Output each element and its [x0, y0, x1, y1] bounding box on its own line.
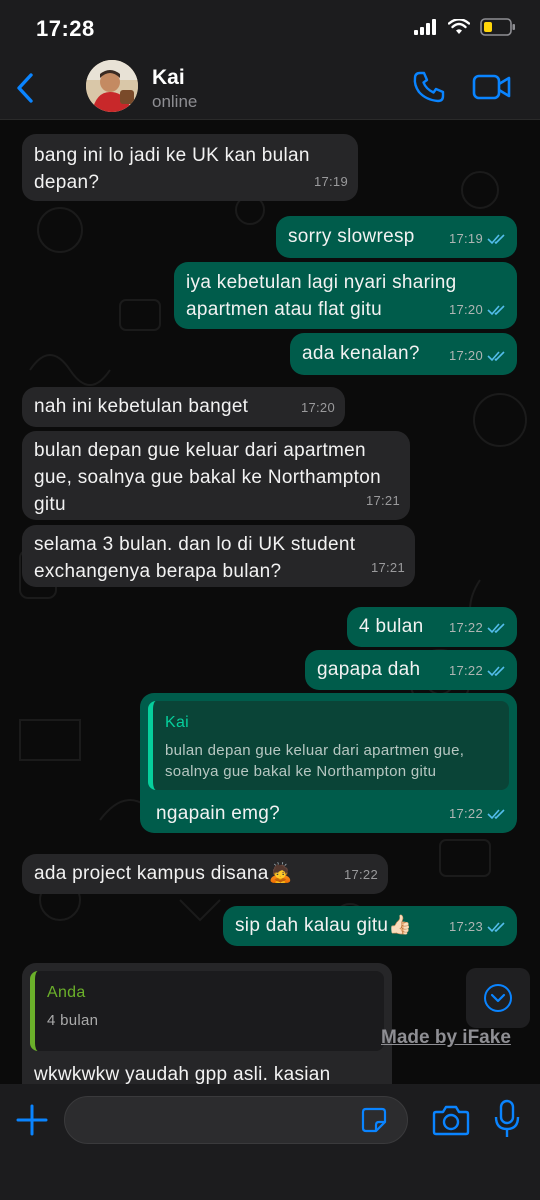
message-text: selama 3 bulan. dan lo di UK student exc… [34, 534, 356, 582]
status-bar: 17:28 [0, 0, 540, 56]
message-meta: 17:19 [314, 168, 348, 195]
avatar-photo [86, 60, 138, 112]
message-meta: 17:22 [449, 800, 507, 827]
message-meta: 17:23 [449, 913, 507, 940]
video-camera-icon [472, 74, 511, 100]
quoted-sender: Kai [165, 714, 190, 731]
message-bubble-incoming[interactable]: bang ini lo jadi ke UK kan bulan depan? … [22, 134, 358, 201]
message-bubble-incoming-reply[interactable]: Anda 4 bulan wkwkwkw yaudah gpp asli. ka… [22, 963, 392, 1084]
message-text: ada kenalan? [302, 343, 420, 364]
battery-icon [480, 18, 515, 36]
scroll-to-bottom-button[interactable] [466, 968, 530, 1028]
message-bubble-outgoing[interactable]: iya kebetulan lagi nyari sharing apartme… [174, 262, 517, 329]
read-ticks-icon [487, 350, 505, 361]
message-time: 17:20 [448, 348, 483, 363]
message-text: ada project kampus disana [34, 863, 269, 884]
message-meta: 17:22 [449, 614, 507, 641]
message-meta: 17:19 [449, 225, 507, 252]
read-ticks-icon [487, 233, 505, 244]
message-time: 17:21 [370, 560, 405, 575]
message-time: 17:22 [448, 663, 483, 678]
microphone-icon [494, 1099, 520, 1137]
message-time: 17:20 [448, 302, 483, 317]
message-text: ngapain emg? [156, 803, 281, 824]
message-text: sorry slowresp [288, 226, 415, 247]
quoted-message[interactable]: Anda 4 bulan [30, 971, 384, 1051]
message-meta: 17:21 [371, 554, 405, 581]
back-button[interactable] [10, 68, 40, 108]
chat-area[interactable]: bang ini lo jadi ke UK kan bulan depan? … [0, 120, 540, 1084]
message-bubble-outgoing[interactable]: 4 bulan 17:22 [347, 607, 517, 647]
message-text: sip dah kalau gitu [235, 915, 389, 936]
message-time: 17:19 [313, 174, 348, 189]
message-meta: 17:22 [449, 657, 507, 684]
message-meta: 17:20 [449, 296, 507, 323]
message-bubble-outgoing-reply[interactable]: Kai bulan depan gue keluar dari apartmen… [140, 693, 517, 833]
phone-icon [413, 71, 445, 103]
read-ticks-icon [487, 304, 505, 315]
message-time: 17:23 [448, 919, 483, 934]
message-bubble-outgoing[interactable]: gapapa dah 17:22 [305, 650, 517, 690]
plus-icon [16, 1104, 48, 1136]
quoted-sender: Anda [47, 984, 86, 1001]
status-time: 17:28 [36, 16, 95, 41]
message-input[interactable] [64, 1096, 408, 1144]
thumbs-up-emoji: 👍🏻 [388, 915, 413, 936]
sticker-button[interactable] [360, 1106, 388, 1134]
message-time: 17:22 [343, 867, 378, 882]
message-text: nah ini kebetulan banget [34, 396, 249, 417]
quoted-text: 4 bulan [47, 1012, 99, 1029]
message-text: iya kebetulan lagi nyari sharing apartme… [186, 272, 457, 320]
chevron-left-icon [17, 73, 33, 103]
message-text: bulan depan gue keluar dari apartmen gue… [34, 440, 381, 515]
contact-status: online [152, 92, 198, 111]
microphone-button[interactable] [493, 1099, 521, 1139]
message-time: 17:19 [448, 231, 483, 246]
chevron-down-circle-icon [484, 984, 512, 1012]
read-ticks-icon [487, 622, 505, 633]
video-call-button[interactable] [472, 72, 512, 102]
cellular-signal-icon [414, 19, 436, 35]
message-bubble-outgoing[interactable]: sorry slowresp 17:19 [276, 216, 517, 258]
message-bubble-incoming[interactable]: ada project kampus disana🙇 17:22 [22, 854, 388, 894]
wifi-icon [448, 19, 470, 34]
avatar[interactable] [86, 60, 138, 112]
message-bubble-incoming[interactable]: bulan depan gue keluar dari apartmen gue… [22, 431, 410, 520]
sticker-icon [361, 1107, 387, 1133]
message-time: 17:21 [365, 493, 400, 508]
message-meta: 17:20 [449, 342, 507, 369]
message-text: gapapa dah [317, 659, 421, 680]
message-text: bang ini lo jadi ke UK kan bulan depan? [34, 145, 310, 193]
quoted-text: bulan depan gue keluar dari apartmen gue… [165, 742, 465, 780]
chat-header: Kai online [0, 56, 540, 120]
message-bubble-incoming[interactable]: nah ini kebetulan banget 17:20 [22, 387, 345, 427]
quoted-message[interactable]: Kai bulan depan gue keluar dari apartmen… [148, 701, 509, 790]
message-text: 4 bulan [359, 616, 424, 637]
message-text: wkwkwkw yaudah gpp asli. kasian [34, 1064, 331, 1084]
camera-button[interactable] [432, 1103, 470, 1137]
message-meta: 17:21 [366, 487, 400, 514]
read-ticks-icon [487, 921, 505, 932]
watermark: Made by iFake [381, 1027, 511, 1048]
message-bubble-incoming[interactable]: selama 3 bulan. dan lo di UK student exc… [22, 525, 415, 587]
message-time: 17:20 [300, 400, 335, 415]
message-time: 17:22 [448, 806, 483, 821]
read-ticks-icon [487, 808, 505, 819]
message-bubble-outgoing[interactable]: ada kenalan? 17:20 [290, 333, 517, 375]
message-time: 17:22 [448, 620, 483, 635]
attach-button[interactable] [14, 1102, 50, 1138]
message-meta: 17:20 [301, 394, 335, 421]
contact-name[interactable]: Kai [152, 66, 185, 90]
message-bubble-outgoing[interactable]: sip dah kalau gitu👍🏻 17:23 [223, 906, 517, 946]
message-meta: 17:22 [344, 861, 378, 888]
status-icons [414, 18, 516, 36]
camera-icon [432, 1105, 470, 1136]
bowing-emoji: 🙇 [268, 863, 293, 884]
voice-call-button[interactable] [412, 70, 446, 104]
input-bar [0, 1084, 540, 1200]
read-ticks-icon [487, 665, 505, 676]
